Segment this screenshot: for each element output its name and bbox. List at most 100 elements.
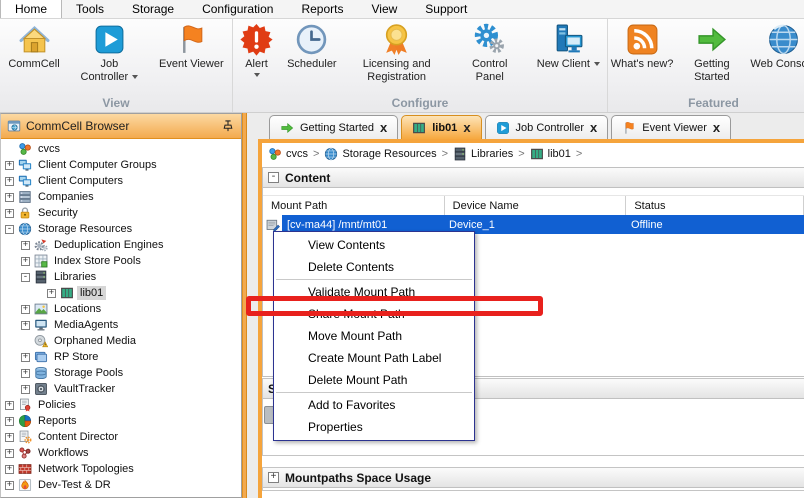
ribbon-item-web-console[interactable]: Web Console [750,23,804,71]
sidebar-item-dev-test-dr[interactable]: +Dev-Test & DR [1,477,241,493]
breadcrumb-item-libraries[interactable]: Libraries [453,147,513,161]
context-menu-item-validate-mount-path[interactable]: Validate Mount Path [274,281,474,303]
expand-icon[interactable]: + [5,417,14,426]
context-menu-item-properties[interactable]: Properties [274,416,474,438]
expand-icon[interactable]: + [21,385,30,394]
context-menu-item-share-mount-path[interactable]: Share Mount Path [274,303,474,325]
collapse-toggle-icon[interactable]: - [268,172,279,183]
sidebar-item-network-topologies[interactable]: +Network Topologies [1,461,241,477]
context-menu-item-delete-contents[interactable]: Delete Contents [274,256,474,278]
context-menu-item-create-mount-path-label[interactable]: Create Mount Path Label [274,347,474,369]
sidebar-item-policies[interactable]: +Policies [1,397,241,413]
context-menu-item-add-to-favorites[interactable]: Add to Favorites [274,394,474,416]
expand-icon[interactable]: + [5,401,14,410]
close-icon[interactable]: x [713,123,720,133]
expand-icon[interactable]: + [5,177,14,186]
expand-icon[interactable]: + [5,193,14,202]
tab-job-controller[interactable]: Job Controllerx [485,115,609,139]
ribbon-item-getting-started[interactable]: Getting Started [679,23,745,83]
expand-icon[interactable]: + [21,257,30,266]
sidebar-item-client-computer-groups[interactable]: +Client Computer Groups [1,157,241,173]
menu-item-home[interactable]: Home [0,0,62,18]
expand-icon[interactable]: + [5,161,14,170]
client-computers-icon [18,158,32,172]
menu-item-tools[interactable]: Tools [62,0,118,18]
menu-item-support[interactable]: Support [411,0,481,18]
expand-icon[interactable]: + [21,241,30,250]
expand-toggle-icon[interactable]: + [268,472,279,483]
sidebar-item-companies[interactable]: +Companies [1,189,241,205]
expand-icon[interactable]: + [5,449,14,458]
expand-icon[interactable]: + [21,369,30,378]
context-menu-item-delete-mount-path[interactable]: Delete Mount Path [274,369,474,391]
breadcrumb-item-lib01[interactable]: lib01 [530,147,571,161]
collapse-icon[interactable]: - [5,225,14,234]
tree-item-label: Libraries [51,270,99,284]
context-menu-item-move-mount-path[interactable]: Move Mount Path [274,325,474,347]
client-computers-icon [18,174,32,188]
tab-lib01[interactable]: lib01x [401,115,481,139]
close-icon[interactable]: x [380,123,387,133]
breadcrumb-item-cvcs[interactable]: cvcs [268,147,308,161]
close-icon[interactable]: x [463,123,470,133]
sidebar-item-client-computers[interactable]: +Client Computers [1,173,241,189]
tab-getting-started[interactable]: Getting Startedx [269,115,398,139]
menu-item-storage[interactable]: Storage [118,0,188,18]
sidebar-item-security[interactable]: +Security [1,205,241,221]
close-icon[interactable]: x [590,123,597,133]
column-header-mount-path[interactable]: Mount Path [263,196,445,215]
sidebar-item-content-director[interactable]: +Content Director [1,429,241,445]
companies-icon [18,190,32,204]
sidebar-item-libraries[interactable]: - Libraries [1,269,241,285]
expand-icon[interactable]: + [21,353,30,362]
ribbon-item-commcell[interactable]: CommCell [8,23,59,71]
ribbon-item-job-controller[interactable]: Job Controller [76,23,142,83]
sidebar-item-rp-store[interactable]: +RP Store [1,349,241,365]
pin-icon[interactable] [221,119,235,133]
network-topologies-icon [18,462,32,476]
chevron-down-icon [594,62,600,66]
column-header-device-name[interactable]: Device Name [445,196,627,215]
context-menu-item-view-contents[interactable]: View Contents [274,234,474,256]
menu-item-configuration[interactable]: Configuration [188,0,287,18]
ribbon-item-what-s-new[interactable]: What's new? [611,23,674,71]
ribbon-item-alert[interactable]: Alert [240,23,273,77]
sidebar-item-mediaagents[interactable]: +MediaAgents [1,317,241,333]
breadcrumb: cvcs>Storage Resources>Libraries>lib01> [262,143,804,165]
expand-icon[interactable]: + [5,481,14,490]
expand-icon[interactable]: + [5,465,14,474]
ribbon-group-label-view: View [0,96,232,110]
ribbon-item-label: Alert [245,58,268,71]
sidebar-item-storage-resources[interactable]: -Storage Resources [1,221,241,237]
sidebar-item-cvcs[interactable]: cvcs [1,141,241,157]
sidebar-item-orphaned-media[interactable]: Orphaned Media [1,333,241,349]
sidebar-item-storage-pools[interactable]: +Storage Pools [1,365,241,381]
expand-icon[interactable]: + [5,433,14,442]
collapse-icon[interactable]: - [21,273,30,282]
breadcrumb-item-storage-resources[interactable]: Storage Resources [324,147,436,161]
tab-event-viewer[interactable]: Event Viewerx [611,115,731,139]
commcell-browser-tree: cvcs+Client Computer Groups+Client Compu… [1,139,241,496]
sidebar-item-reports[interactable]: +Reports [1,413,241,429]
sidebar-item-workflows[interactable]: +Workflows [1,445,241,461]
sidebar-item-locations[interactable]: +Locations [1,301,241,317]
column-header-status[interactable]: Status [626,196,804,215]
sidebar-item-vaulttracker[interactable]: +VaultTracker [1,381,241,397]
ribbon-item-control-panel[interactable]: Control Panel [457,23,523,83]
ribbon-item-scheduler[interactable]: Scheduler [287,23,337,71]
menu-item-view[interactable]: View [357,0,411,18]
expand-icon[interactable]: + [21,321,30,330]
ribbon-item-event-viewer[interactable]: Event Viewer [159,23,224,71]
sidebar-item-deduplication-engines[interactable]: +Deduplication Engines [1,237,241,253]
expand-icon[interactable]: + [21,305,30,314]
ribbon-item-licensing-and-registration[interactable]: Licensing and Registration [351,23,443,83]
sidebar-item-lib01[interactable]: +lib01 [1,285,241,301]
menu-separator [276,392,472,393]
expand-icon[interactable]: + [47,289,56,298]
sidebar-item-index-store-pools[interactable]: +Index Store Pools [1,253,241,269]
panel-splitter[interactable] [242,113,247,498]
expand-icon[interactable]: + [5,209,14,218]
ribbon-item-new-client[interactable]: New Client [537,23,600,71]
menu-item-reports[interactable]: Reports [287,0,357,18]
cvcs-icon [18,142,32,156]
